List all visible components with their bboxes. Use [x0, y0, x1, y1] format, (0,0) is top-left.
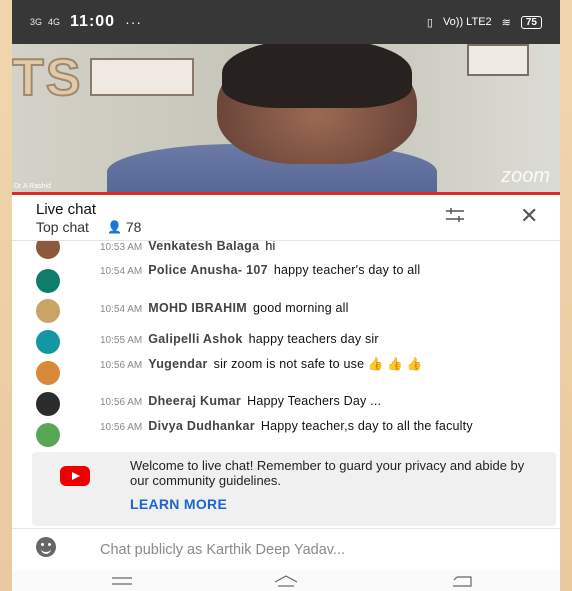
viewer-count: 👤 78 [107, 219, 142, 235]
signal-4g-icon: 4G [48, 16, 61, 27]
zoom-overlay: zoom [501, 165, 550, 187]
network-label: Vo)) LTE2 [442, 16, 492, 28]
message-text: good morning all [253, 301, 349, 315]
avatar[interactable] [36, 330, 60, 354]
chat-input-row [12, 528, 560, 570]
message-author[interactable]: Divya Dudhankar [148, 419, 255, 433]
message-time: 10:53 AM [100, 242, 143, 253]
status-bar: 3G 4G 11:00 ··· ▯ Vo)) LTE2 ≋ 75 [12, 0, 560, 44]
left-border [0, 0, 12, 591]
right-border [560, 0, 572, 591]
wall-picture-right [467, 44, 529, 76]
back-icon[interactable] [442, 570, 482, 591]
message-time: 10:54 AM [100, 304, 143, 315]
wifi-icon: ≋ [501, 16, 511, 29]
emoji-icon[interactable] [36, 537, 56, 557]
avatar[interactable] [36, 299, 60, 323]
avatar[interactable] [36, 392, 60, 416]
avatar[interactable] [36, 423, 60, 447]
speaker-hair [222, 44, 412, 108]
person-icon: 👤 [106, 220, 122, 234]
message-author[interactable]: MOHD IBRAHIM [148, 301, 247, 315]
message-author[interactable]: Galipelli Ashok [148, 332, 242, 346]
wall-picture [90, 58, 194, 96]
message-time: 10:56 AM [100, 422, 143, 433]
message-time: 10:56 AM [100, 397, 143, 408]
message-text: sir zoom is not safe to use 👍 👍 👍 [213, 357, 423, 371]
chat-input[interactable] [98, 537, 542, 563]
avatar[interactable] [36, 361, 60, 385]
avatar[interactable] [36, 269, 60, 293]
message-text: happy teachers day sir [248, 332, 379, 346]
chat-title: Live chat [36, 201, 97, 218]
clock: 11:00 [70, 13, 116, 30]
message-text: Happy teacher,s day to all the faculty [260, 419, 473, 433]
welcome-notice: Welcome to live chat! Remember to guard … [32, 452, 556, 526]
message-text: happy teacher's day to all [273, 263, 421, 277]
message-author[interactable]: Police Anusha- 107 [148, 263, 268, 277]
channel-watermark: TS [12, 48, 83, 108]
message-time: 10:55 AM [100, 335, 143, 346]
close-icon[interactable]: ✕ [520, 203, 538, 229]
message-author[interactable]: Dheeraj Kumar [148, 394, 241, 408]
video-player[interactable]: TS zoom Dr A Rashid [12, 44, 560, 192]
message-text: Happy Teachers Day ... [247, 394, 382, 408]
avatar[interactable] [36, 241, 60, 259]
message-time: 10:54 AM [100, 266, 143, 277]
chat-mode-selector[interactable]: Top chat [36, 219, 89, 235]
message-text: hi [265, 241, 276, 253]
notification-dots: ··· [125, 14, 143, 30]
participant-name: Dr A Rashid [14, 183, 51, 190]
filter-icon[interactable] [445, 207, 465, 223]
viewer-count-number: 78 [125, 219, 142, 235]
notice-text: Welcome to live chat! Remember to guard … [130, 458, 525, 488]
message-author[interactable]: Venkatesh Balaga [148, 241, 259, 253]
message-author[interactable]: Yugendar [148, 357, 207, 371]
youtube-logo-icon [60, 466, 90, 486]
message-time: 10:56 AM [100, 360, 143, 371]
chat-messages[interactable]: 10:53 AM Venkatesh Balaga hi 10:54 AM Polic… [12, 241, 560, 449]
phone-screen: 3G 4G 11:00 ··· ▯ Vo)) LTE2 ≋ 75 TS zoom… [12, 0, 560, 591]
vibrate-icon: ▯ [426, 16, 433, 29]
learn-more-link[interactable]: LEARN MORE [130, 496, 227, 512]
battery-icon: 75 [520, 15, 542, 29]
navigation-bar [12, 570, 560, 591]
chat-header: Live chat Top chat 👤 78 ✕ [12, 195, 560, 241]
home-icon[interactable] [266, 570, 306, 591]
signal-3g-icon: 3G [30, 16, 43, 27]
menu-icon[interactable] [102, 570, 142, 591]
